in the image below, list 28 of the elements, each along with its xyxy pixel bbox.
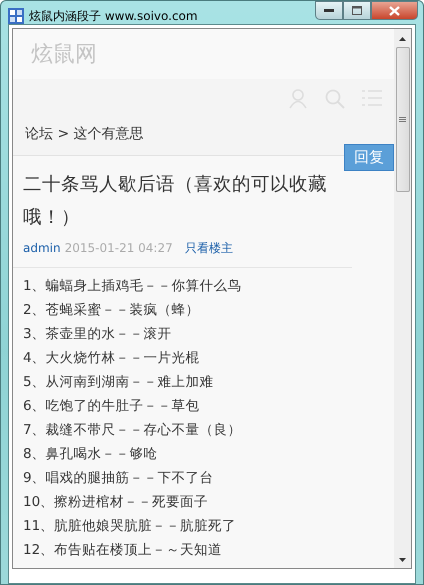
window-title: 炫鼠内涵段子 www.soivo.com <box>29 8 198 24</box>
minimize-icon <box>324 8 334 12</box>
post-title: 二十条骂人歇后语（喜欢的可以收藏哦！） <box>23 173 328 230</box>
breadcrumb: 论坛 > 这个有意思 <box>25 125 145 143</box>
scroll-thumb[interactable] <box>396 47 410 192</box>
author-only-link[interactable]: 只看楼主 <box>184 240 233 257</box>
post-line: 7、裁缝不带尺－－存心不量（良） <box>23 421 243 440</box>
minimize-button[interactable] <box>315 1 343 20</box>
post-line: 10、擦粉进棺材－－死要面子 <box>23 493 210 512</box>
post-line: 6、吃饱了的牛肚子－－草包 <box>23 397 201 416</box>
maximize-button[interactable] <box>343 1 371 20</box>
scrollbar[interactable] <box>394 29 411 568</box>
post-line: 8、鼻孔喝水－－够呛 <box>23 445 159 464</box>
post-line: 2、苍蝇采蜜－－装疯（蜂） <box>23 301 201 320</box>
close-icon <box>389 6 400 16</box>
post-line: 4、大火烧竹林－－一片光棍 <box>23 349 201 368</box>
post-line: 9、唱戏的腿抽筋－－下不了台 <box>23 469 215 488</box>
post-line: 11、肮脏他娘哭肮脏－－肮脏死了 <box>23 517 238 536</box>
close-button[interactable] <box>371 1 418 20</box>
maximize-icon <box>352 6 362 15</box>
scroll-up-icon[interactable] <box>399 37 406 41</box>
post-line: 5、从河南到湖南－－难上加难 <box>23 373 215 392</box>
author-link[interactable]: admin <box>23 241 61 255</box>
post-line: 1、蝙蝠身上插鸡毛－－你算什么鸟 <box>23 277 243 296</box>
scroll-down-icon[interactable] <box>399 558 406 562</box>
post-line: 12、布告贴在楼顶上－～天知道 <box>23 541 224 560</box>
post-time: 2015-01-21 04:27 <box>64 241 173 255</box>
post-line: 3、茶壶里的水－－滚开 <box>23 325 173 344</box>
